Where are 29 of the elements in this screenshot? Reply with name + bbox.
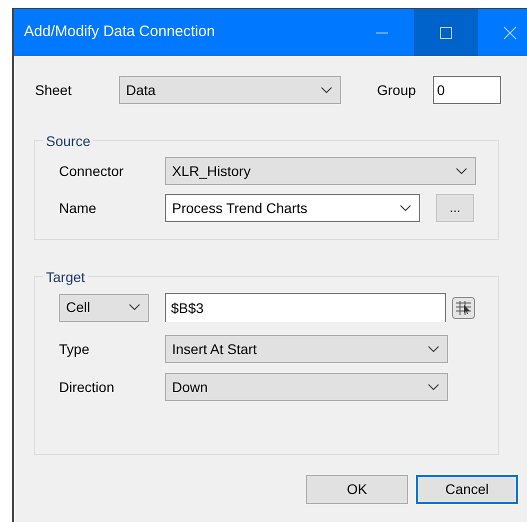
input-field[interactable]: 0 (433, 76, 501, 104)
input-field[interactable]: $B$3 (165, 293, 446, 322)
chevron-down-icon (129, 304, 140, 311)
minimize-icon (376, 32, 388, 34)
field-label: Direction (59, 378, 116, 396)
dropdown[interactable]: Insert At Start (165, 335, 448, 363)
dropdown[interactable]: XLR_History (165, 157, 476, 185)
dialog-button[interactable]: Cancel (416, 475, 518, 504)
browse-button[interactable]: ... (436, 194, 474, 222)
range-picker-icon[interactable] (452, 296, 475, 318)
dialog-button[interactable]: OK (306, 475, 408, 504)
field-label: Sheet (35, 80, 73, 100)
field-label: Group (377, 80, 417, 100)
chevron-down-icon (428, 346, 439, 352)
dropdown[interactable]: Cell (59, 294, 149, 322)
chevron-down-icon (321, 86, 332, 94)
dropdown[interactable]: Process Trend Charts (165, 194, 420, 222)
maximize-icon (439, 26, 453, 40)
chevron-down-icon (428, 384, 439, 390)
chevron-down-icon (456, 168, 467, 174)
field-label: Connector (59, 162, 125, 180)
window-title: Add/Modify Data Connection (24, 22, 216, 42)
dropdown[interactable]: Data (119, 76, 341, 104)
maximize-button[interactable] (414, 9, 478, 56)
field-label: Type (59, 340, 90, 359)
close-icon (503, 26, 517, 40)
dropdown[interactable]: Down (165, 373, 448, 401)
chevron-down-icon (400, 204, 411, 212)
field-label: Name (59, 198, 98, 218)
